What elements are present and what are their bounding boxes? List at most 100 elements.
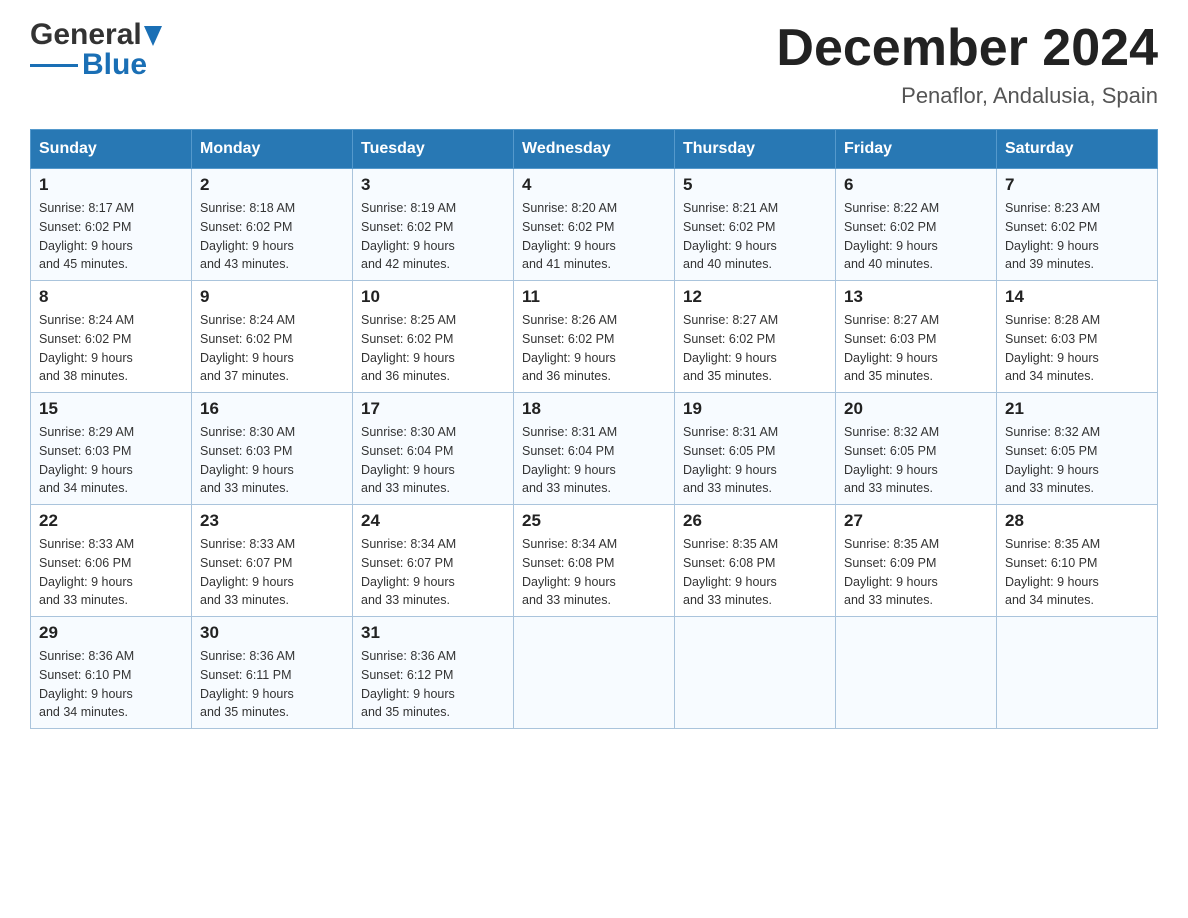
table-row: 9 Sunrise: 8:24 AMSunset: 6:02 PMDayligh…	[192, 281, 353, 393]
day-info: Sunrise: 8:33 AMSunset: 6:06 PMDaylight:…	[39, 535, 183, 610]
day-number: 21	[1005, 399, 1149, 419]
day-info: Sunrise: 8:23 AMSunset: 6:02 PMDaylight:…	[1005, 199, 1149, 274]
day-info: Sunrise: 8:24 AMSunset: 6:02 PMDaylight:…	[200, 311, 344, 386]
day-number: 2	[200, 175, 344, 195]
header-tuesday: Tuesday	[353, 130, 514, 169]
table-row: 23 Sunrise: 8:33 AMSunset: 6:07 PMDaylig…	[192, 505, 353, 617]
day-info: Sunrise: 8:26 AMSunset: 6:02 PMDaylight:…	[522, 311, 666, 386]
table-row	[997, 617, 1158, 729]
table-row: 17 Sunrise: 8:30 AMSunset: 6:04 PMDaylig…	[353, 393, 514, 505]
table-row	[514, 617, 675, 729]
day-info: Sunrise: 8:20 AMSunset: 6:02 PMDaylight:…	[522, 199, 666, 274]
page-header: General Blue December 2024 Penaflor, And…	[30, 20, 1158, 109]
table-row: 6 Sunrise: 8:22 AMSunset: 6:02 PMDayligh…	[836, 169, 997, 281]
day-info: Sunrise: 8:32 AMSunset: 6:05 PMDaylight:…	[844, 423, 988, 498]
day-number: 17	[361, 399, 505, 419]
table-row: 14 Sunrise: 8:28 AMSunset: 6:03 PMDaylig…	[997, 281, 1158, 393]
month-year-title: December 2024	[776, 20, 1158, 77]
header-wednesday: Wednesday	[514, 130, 675, 169]
day-number: 31	[361, 623, 505, 643]
table-row: 7 Sunrise: 8:23 AMSunset: 6:02 PMDayligh…	[997, 169, 1158, 281]
table-row: 25 Sunrise: 8:34 AMSunset: 6:08 PMDaylig…	[514, 505, 675, 617]
day-number: 22	[39, 511, 183, 531]
table-row: 4 Sunrise: 8:20 AMSunset: 6:02 PMDayligh…	[514, 169, 675, 281]
table-row	[836, 617, 997, 729]
day-number: 30	[200, 623, 344, 643]
day-number: 12	[683, 287, 827, 307]
day-info: Sunrise: 8:32 AMSunset: 6:05 PMDaylight:…	[1005, 423, 1149, 498]
day-number: 25	[522, 511, 666, 531]
day-number: 14	[1005, 287, 1149, 307]
day-info: Sunrise: 8:21 AMSunset: 6:02 PMDaylight:…	[683, 199, 827, 274]
table-row: 18 Sunrise: 8:31 AMSunset: 6:04 PMDaylig…	[514, 393, 675, 505]
day-number: 3	[361, 175, 505, 195]
day-number: 24	[361, 511, 505, 531]
day-info: Sunrise: 8:34 AMSunset: 6:07 PMDaylight:…	[361, 535, 505, 610]
table-row: 12 Sunrise: 8:27 AMSunset: 6:02 PMDaylig…	[675, 281, 836, 393]
day-number: 19	[683, 399, 827, 419]
day-info: Sunrise: 8:33 AMSunset: 6:07 PMDaylight:…	[200, 535, 344, 610]
day-number: 10	[361, 287, 505, 307]
day-number: 13	[844, 287, 988, 307]
day-info: Sunrise: 8:17 AMSunset: 6:02 PMDaylight:…	[39, 199, 183, 274]
day-number: 28	[1005, 511, 1149, 531]
table-row: 29 Sunrise: 8:36 AMSunset: 6:10 PMDaylig…	[31, 617, 192, 729]
day-info: Sunrise: 8:31 AMSunset: 6:04 PMDaylight:…	[522, 423, 666, 498]
day-info: Sunrise: 8:36 AMSunset: 6:11 PMDaylight:…	[200, 647, 344, 722]
table-row: 2 Sunrise: 8:18 AMSunset: 6:02 PMDayligh…	[192, 169, 353, 281]
table-row	[675, 617, 836, 729]
day-number: 8	[39, 287, 183, 307]
day-info: Sunrise: 8:30 AMSunset: 6:03 PMDaylight:…	[200, 423, 344, 498]
table-row: 26 Sunrise: 8:35 AMSunset: 6:08 PMDaylig…	[675, 505, 836, 617]
day-number: 4	[522, 175, 666, 195]
day-info: Sunrise: 8:28 AMSunset: 6:03 PMDaylight:…	[1005, 311, 1149, 386]
day-info: Sunrise: 8:34 AMSunset: 6:08 PMDaylight:…	[522, 535, 666, 610]
day-number: 26	[683, 511, 827, 531]
day-number: 27	[844, 511, 988, 531]
calendar-body: 1 Sunrise: 8:17 AMSunset: 6:02 PMDayligh…	[31, 169, 1158, 729]
table-row: 30 Sunrise: 8:36 AMSunset: 6:11 PMDaylig…	[192, 617, 353, 729]
logo-triangle-icon	[144, 26, 162, 46]
table-row: 13 Sunrise: 8:27 AMSunset: 6:03 PMDaylig…	[836, 281, 997, 393]
table-row: 15 Sunrise: 8:29 AMSunset: 6:03 PMDaylig…	[31, 393, 192, 505]
table-row: 1 Sunrise: 8:17 AMSunset: 6:02 PMDayligh…	[31, 169, 192, 281]
table-row: 31 Sunrise: 8:36 AMSunset: 6:12 PMDaylig…	[353, 617, 514, 729]
day-number: 5	[683, 175, 827, 195]
table-row: 5 Sunrise: 8:21 AMSunset: 6:02 PMDayligh…	[675, 169, 836, 281]
day-info: Sunrise: 8:29 AMSunset: 6:03 PMDaylight:…	[39, 423, 183, 498]
day-number: 18	[522, 399, 666, 419]
day-info: Sunrise: 8:27 AMSunset: 6:02 PMDaylight:…	[683, 311, 827, 386]
table-row: 16 Sunrise: 8:30 AMSunset: 6:03 PMDaylig…	[192, 393, 353, 505]
day-number: 23	[200, 511, 344, 531]
header-saturday: Saturday	[997, 130, 1158, 169]
day-info: Sunrise: 8:35 AMSunset: 6:09 PMDaylight:…	[844, 535, 988, 610]
day-info: Sunrise: 8:30 AMSunset: 6:04 PMDaylight:…	[361, 423, 505, 498]
day-info: Sunrise: 8:35 AMSunset: 6:10 PMDaylight:…	[1005, 535, 1149, 610]
table-row: 10 Sunrise: 8:25 AMSunset: 6:02 PMDaylig…	[353, 281, 514, 393]
day-info: Sunrise: 8:25 AMSunset: 6:02 PMDaylight:…	[361, 311, 505, 386]
location-subtitle: Penaflor, Andalusia, Spain	[776, 83, 1158, 109]
header-friday: Friday	[836, 130, 997, 169]
table-row: 24 Sunrise: 8:34 AMSunset: 6:07 PMDaylig…	[353, 505, 514, 617]
day-number: 6	[844, 175, 988, 195]
table-row: 22 Sunrise: 8:33 AMSunset: 6:06 PMDaylig…	[31, 505, 192, 617]
day-info: Sunrise: 8:35 AMSunset: 6:08 PMDaylight:…	[683, 535, 827, 610]
day-number: 16	[200, 399, 344, 419]
logo-general-text: General	[30, 20, 142, 50]
logo: General Blue	[30, 20, 162, 82]
day-info: Sunrise: 8:19 AMSunset: 6:02 PMDaylight:…	[361, 199, 505, 274]
day-info: Sunrise: 8:18 AMSunset: 6:02 PMDaylight:…	[200, 199, 344, 274]
header-thursday: Thursday	[675, 130, 836, 169]
calendar-table: Sunday Monday Tuesday Wednesday Thursday…	[30, 129, 1158, 729]
table-row: 20 Sunrise: 8:32 AMSunset: 6:05 PMDaylig…	[836, 393, 997, 505]
day-number: 11	[522, 287, 666, 307]
day-number: 20	[844, 399, 988, 419]
day-number: 7	[1005, 175, 1149, 195]
day-number: 9	[200, 287, 344, 307]
table-row: 11 Sunrise: 8:26 AMSunset: 6:02 PMDaylig…	[514, 281, 675, 393]
table-row: 3 Sunrise: 8:19 AMSunset: 6:02 PMDayligh…	[353, 169, 514, 281]
day-info: Sunrise: 8:22 AMSunset: 6:02 PMDaylight:…	[844, 199, 988, 274]
day-info: Sunrise: 8:31 AMSunset: 6:05 PMDaylight:…	[683, 423, 827, 498]
day-info: Sunrise: 8:36 AMSunset: 6:10 PMDaylight:…	[39, 647, 183, 722]
title-section: December 2024 Penaflor, Andalusia, Spain	[776, 20, 1158, 109]
